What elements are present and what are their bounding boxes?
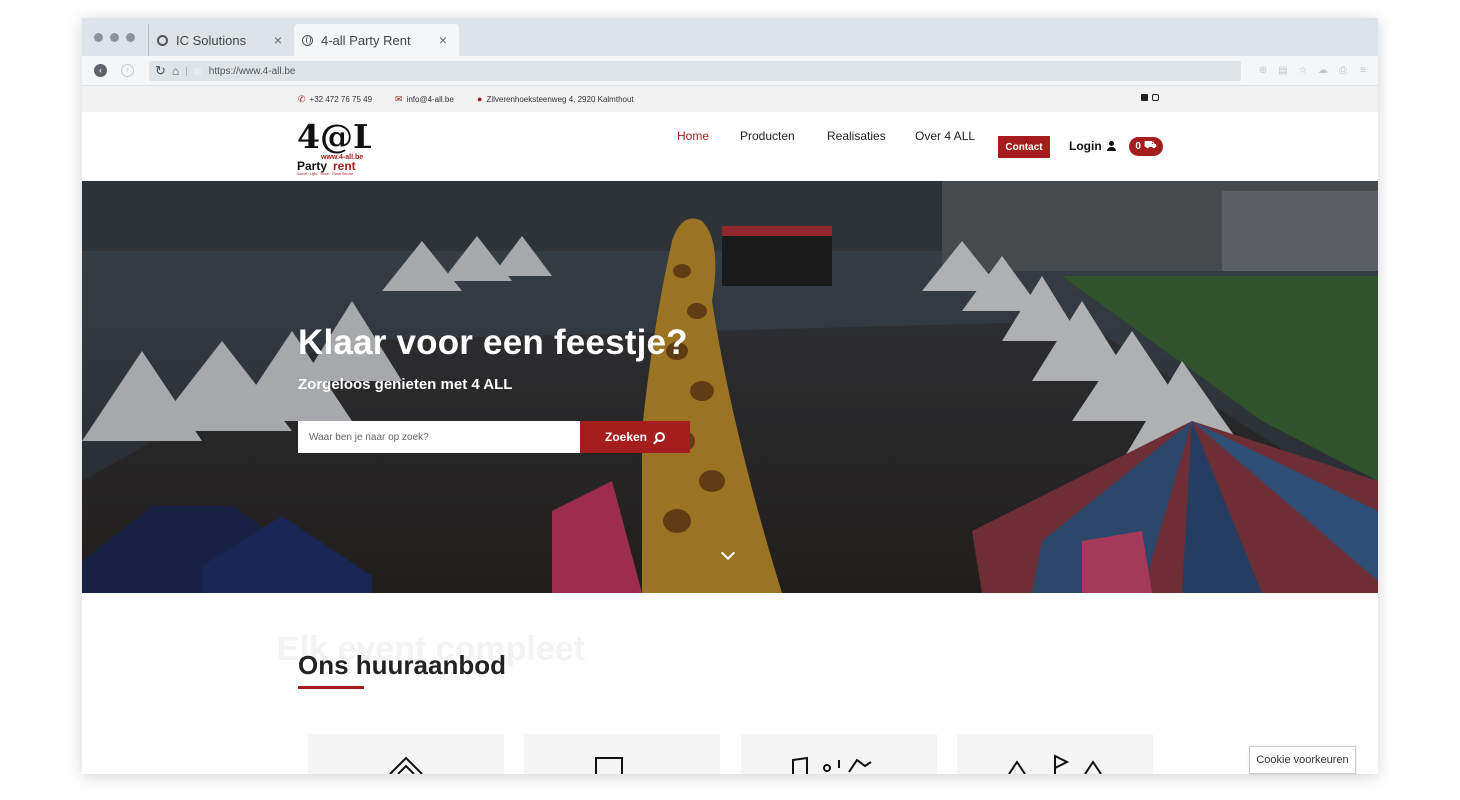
divider: | bbox=[185, 65, 188, 77]
tab-title: 4-all Party Rent bbox=[321, 32, 411, 48]
cookie-preferences-button[interactable]: Cookie voorkeuren bbox=[1249, 746, 1356, 774]
contact-button[interactable]: Contact bbox=[998, 136, 1050, 158]
street-address: Zilverenhoeksteenweg 4, 2920 Kalmthout bbox=[486, 94, 634, 104]
close-window-button[interactable] bbox=[94, 33, 103, 42]
email-contact[interactable]: ✉ info@4-all.be bbox=[395, 94, 454, 105]
zoom-icon[interactable]: ⊕ bbox=[1258, 65, 1268, 76]
globe-icon bbox=[302, 34, 313, 46]
logo-rent: rent bbox=[333, 159, 356, 173]
cart-count: 0 bbox=[1135, 141, 1141, 152]
minimize-window-button[interactable] bbox=[110, 33, 119, 42]
music-notes-icon bbox=[792, 756, 872, 774]
category-card-furniture[interactable] bbox=[524, 734, 720, 774]
reload-icon[interactable]: ↻ bbox=[155, 63, 166, 79]
browser-actions: ⊕ ▤ ☆ ☁ ⎙ ≡ bbox=[1258, 65, 1368, 76]
hero-subtitle: Zorgeloos genieten met 4 ALL bbox=[298, 376, 513, 393]
category-card-sound-light[interactable] bbox=[741, 734, 937, 774]
home-icon[interactable]: ⌂ bbox=[172, 64, 179, 78]
browser-toolbar: ‹ › ↻ ⌂ | https://www.4-all.be ⊕ ▤ ☆ ☁ ⎙… bbox=[82, 56, 1378, 86]
basket-icon: ⛟ bbox=[1143, 140, 1157, 151]
social-links bbox=[1141, 94, 1159, 101]
url-text[interactable]: https://www.4-all.be bbox=[209, 66, 296, 77]
tent-icon bbox=[389, 756, 423, 774]
instagram-icon[interactable] bbox=[1152, 94, 1159, 101]
section-title: Ons huuraanbod bbox=[298, 650, 506, 680]
logo-graphic: 4@LL www.4-all.be Party rent Sound · Lig… bbox=[297, 117, 399, 176]
browser-tab-ic-solutions[interactable]: IC Solutions × bbox=[148, 24, 294, 56]
browser-window: IC Solutions × 4-all Party Rent × ‹ › ↻ … bbox=[82, 18, 1378, 774]
user-icon bbox=[1106, 141, 1116, 151]
email-address: info@4-all.be bbox=[406, 95, 454, 104]
facebook-icon[interactable] bbox=[1141, 94, 1148, 101]
search-input[interactable] bbox=[298, 421, 580, 453]
close-tab-icon[interactable]: × bbox=[439, 32, 447, 48]
browser-tab-4-all-party-rent[interactable]: 4-all Party Rent × bbox=[294, 24, 459, 56]
flags-icon bbox=[1008, 754, 1102, 774]
site-header: 4@LL www.4-all.be Party rent Sound · Lig… bbox=[82, 112, 1378, 181]
back-icon[interactable]: ‹ bbox=[94, 64, 107, 77]
site-logo[interactable]: 4@LL www.4-all.be Party rent Sound · Lig… bbox=[297, 117, 399, 176]
logo-main: 4@LL bbox=[297, 118, 371, 156]
print-icon[interactable]: ⎙ bbox=[1338, 65, 1348, 76]
site-info-bar: ✆ +32 472 76 75 49 ✉ info@4-all.be ● Zil… bbox=[82, 86, 1378, 112]
cart-button[interactable]: 0 ⛟ bbox=[1129, 137, 1163, 156]
search-button-label: Zoeken bbox=[604, 430, 647, 444]
search-icon bbox=[655, 432, 665, 442]
title-underline bbox=[298, 686, 364, 689]
maximize-window-button[interactable] bbox=[126, 33, 135, 42]
search-button[interactable]: Zoeken bbox=[580, 421, 690, 453]
phone-icon: ✆ bbox=[298, 94, 306, 104]
login-label: Login bbox=[1069, 139, 1102, 153]
logo-tagline: Sound · Light · Vision · Event Service bbox=[297, 172, 353, 176]
hero-title: Klaar voor een feestje? bbox=[298, 323, 688, 362]
nav-over-4-all[interactable]: Over 4 ALL bbox=[915, 129, 975, 143]
logo-party: Party bbox=[297, 159, 327, 173]
menu-icon[interactable]: ≡ bbox=[1358, 65, 1368, 76]
login-link[interactable]: Login bbox=[1069, 139, 1116, 153]
browser-tabbar: IC Solutions × 4-all Party Rent × bbox=[82, 18, 1378, 56]
furniture-icon bbox=[595, 757, 623, 774]
lock-icon bbox=[193, 67, 201, 75]
window-controls[interactable] bbox=[94, 33, 135, 42]
phone-number: +32 472 76 75 49 bbox=[309, 95, 373, 104]
map-pin-icon: ● bbox=[477, 94, 483, 104]
hero-banner: Klaar voor een feestje? Zorgeloos geniet… bbox=[82, 181, 1378, 593]
phone-contact[interactable]: ✆ +32 472 76 75 49 bbox=[298, 94, 372, 105]
cloud-icon[interactable]: ☁ bbox=[1318, 65, 1328, 76]
category-card-tents[interactable] bbox=[308, 734, 504, 774]
nav-realisaties[interactable]: Realisaties bbox=[827, 129, 886, 143]
circle-icon bbox=[157, 34, 168, 46]
address-contact[interactable]: ● Zilverenhoeksteenweg 4, 2920 Kalmthout bbox=[477, 94, 634, 104]
forward-icon[interactable]: › bbox=[121, 64, 134, 77]
nav-home[interactable]: Home bbox=[677, 129, 709, 143]
bookmark-star-icon[interactable]: ☆ bbox=[1298, 65, 1308, 76]
close-tab-icon[interactable]: × bbox=[274, 32, 282, 48]
category-card-party[interactable] bbox=[957, 734, 1153, 774]
nav-producten[interactable]: Producten bbox=[740, 129, 795, 143]
tab-title: IC Solutions bbox=[176, 32, 247, 48]
festival-crowd-photo bbox=[82, 181, 1378, 593]
reader-icon[interactable]: ▤ bbox=[1278, 65, 1288, 76]
address-bar[interactable]: ↻ ⌂ | https://www.4-all.be bbox=[149, 61, 1241, 81]
envelope-icon: ✉ bbox=[395, 94, 403, 104]
